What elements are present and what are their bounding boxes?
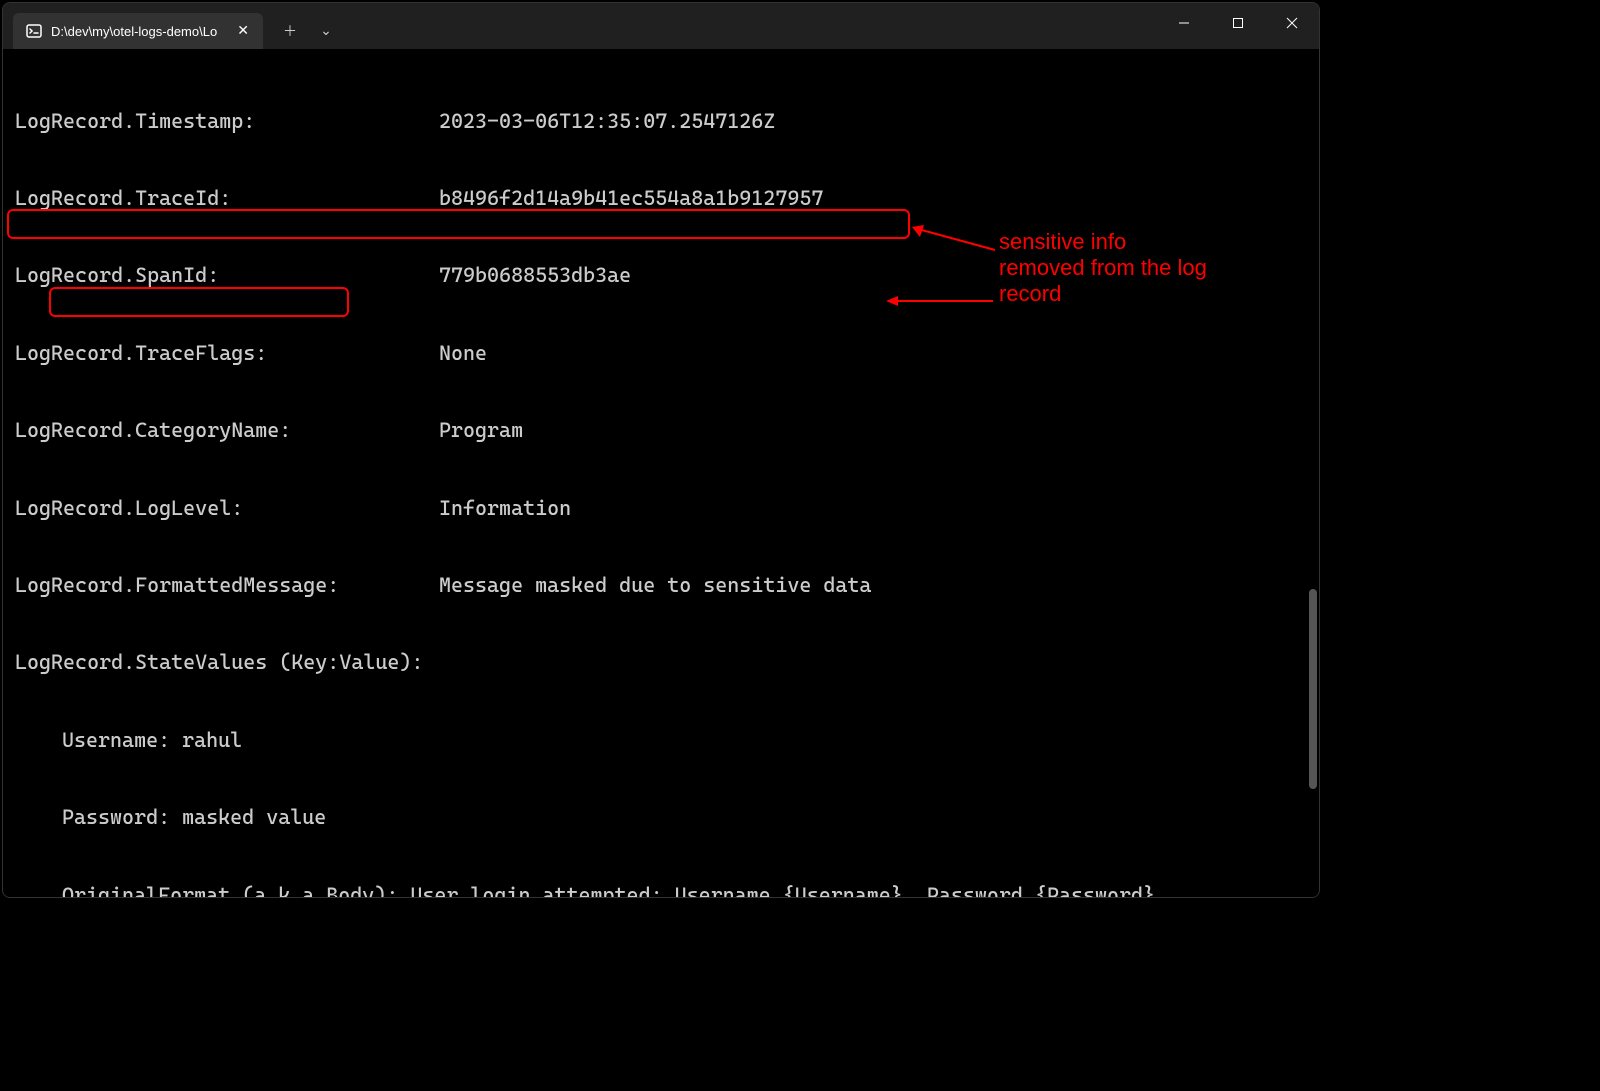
scrollbar-thumb[interactable] [1309,589,1317,789]
log-field-value: 2023-03-06T12:35:07.2547126Z [439,109,775,135]
log-field-key: LogRecord.Timestamp: [15,109,439,135]
window-controls [1157,3,1319,43]
active-tab[interactable]: D:\dev\my\otel-logs-demo\Lo ✕ [13,13,263,49]
titlebar: D:\dev\my\otel-logs-demo\Lo ✕ ＋ ⌄ [3,3,1319,49]
log-field-value: 779b0688553db3ae [439,263,631,289]
new-tab-button[interactable]: ＋ [273,15,307,47]
annotation-label: sensitive info removed from the log reco… [999,229,1207,307]
arrow-icon [910,225,1000,255]
maximize-icon [1232,17,1244,29]
tab-close-button[interactable]: ✕ [233,21,253,41]
terminal-output[interactable]: LogRecord.Timestamp:2023-03-06T12:35:07.… [3,49,1319,897]
log-field-value: None [439,341,487,367]
log-field-value: Program [439,418,523,444]
log-field-value: b8496f2d14a9b41ec554a8a1b9127957 [439,186,823,212]
log-field-key: LogRecord.LogLevel: [15,496,439,522]
log-field-key: LogRecord.TraceFlags: [15,341,439,367]
log-field-key: LogRecord.CategoryName: [15,418,439,444]
state-value: Username: rahul [15,728,1307,754]
terminal-icon [25,22,43,40]
maximize-button[interactable] [1211,3,1265,43]
close-icon [1286,17,1298,29]
minimize-button[interactable] [1157,3,1211,43]
arrow-icon [353,295,998,315]
highlight-password [49,287,349,317]
log-field-key: LogRecord.TraceId: [15,186,439,212]
log-field-key: LogRecord.FormattedMessage: [15,573,439,599]
log-field-value: Message masked due to sensitive data [439,573,871,599]
state-value: Password: masked value [15,805,1307,831]
tab-title: D:\dev\my\otel-logs-demo\Lo [51,24,225,39]
tab-dropdown-button[interactable]: ⌄ [309,15,343,47]
log-field-value: Information [439,496,571,522]
state-value: OriginalFormat (a.k.a Body): User login … [15,883,1307,899]
close-button[interactable] [1265,3,1319,43]
tab-actions: ＋ ⌄ [273,15,343,47]
minimize-icon [1178,17,1190,29]
log-state-header: LogRecord.StateValues (Key:Value): [15,650,1307,676]
highlight-formatted-message [7,209,910,239]
log-field-key: LogRecord.SpanId: [15,263,439,289]
terminal-window: D:\dev\my\otel-logs-demo\Lo ✕ ＋ ⌄ LogRec… [2,2,1320,898]
